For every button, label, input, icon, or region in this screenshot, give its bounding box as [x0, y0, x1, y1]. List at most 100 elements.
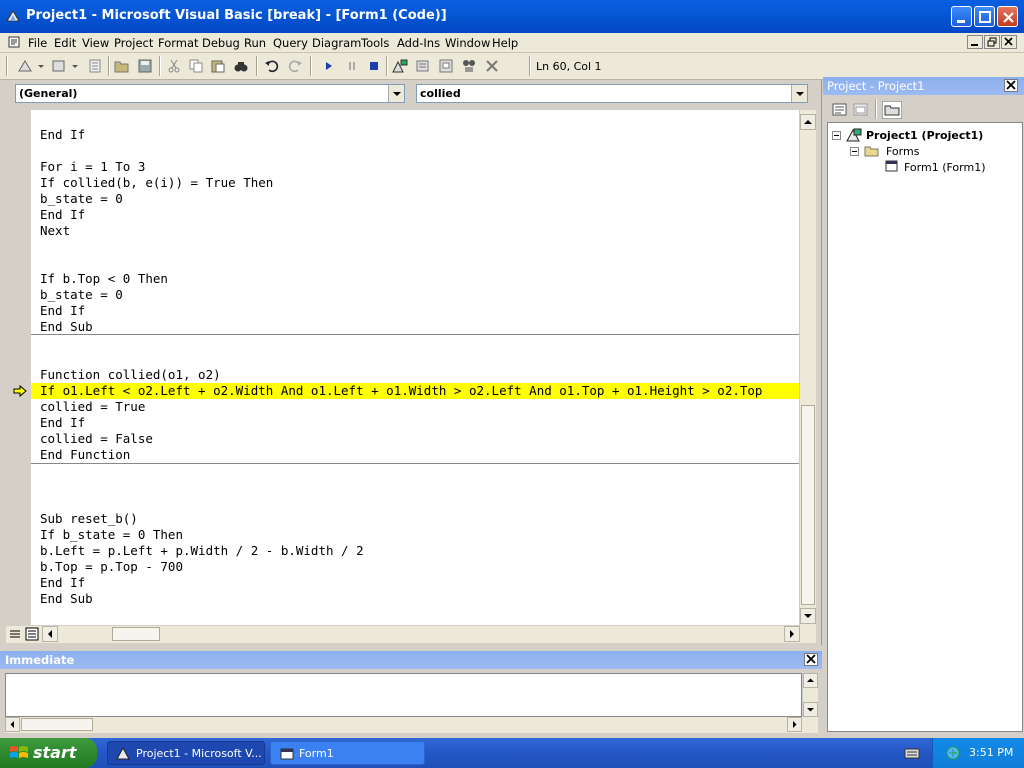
- windows-logo-icon: [10, 746, 28, 758]
- dropdown-arrow-icon[interactable]: [70, 58, 80, 74]
- code-line: End Sub: [40, 319, 93, 334]
- toolbar-separator: [875, 99, 877, 119]
- form-layout-icon[interactable]: [438, 58, 454, 74]
- code-line: collied = False: [40, 431, 153, 446]
- undo-icon[interactable]: [264, 58, 280, 74]
- add-project-icon[interactable]: [17, 58, 33, 74]
- minimize-button[interactable]: [951, 6, 972, 27]
- code-margin[interactable]: [6, 110, 31, 625]
- code-line: Function collied(o1, o2): [40, 367, 221, 382]
- code-line: End If: [40, 415, 86, 430]
- scroll-thumb[interactable]: [801, 405, 815, 605]
- scroll-right-button[interactable]: [787, 717, 802, 732]
- tree-project-root[interactable]: Project1 (Project1): [866, 129, 983, 142]
- toolbox-icon[interactable]: [484, 58, 500, 74]
- scroll-left-button[interactable]: [42, 626, 58, 642]
- redo-icon[interactable]: [287, 58, 303, 74]
- code-horizontal-scrollbar[interactable]: [6, 626, 816, 643]
- full-module-view-icon[interactable]: [25, 627, 39, 641]
- maximize-button[interactable]: [974, 6, 995, 27]
- project-tree[interactable]: Project1 (Project1) Forms Form1 (Form1): [827, 122, 1023, 732]
- continue-icon[interactable]: [321, 58, 337, 74]
- network-icon[interactable]: [945, 745, 961, 761]
- keyboard-icon[interactable]: [904, 746, 920, 760]
- code-line: b_state = 0: [40, 191, 123, 206]
- mdi-restore-button[interactable]: [984, 35, 1000, 49]
- menu-editor-icon[interactable]: [87, 58, 103, 74]
- procedure-combo[interactable]: collied: [416, 84, 808, 103]
- menu-debug[interactable]: Debug: [202, 36, 240, 50]
- clock[interactable]: 3:51 PM: [969, 746, 1013, 759]
- cut-icon[interactable]: [166, 58, 182, 74]
- immediate-vertical-scrollbar[interactable]: [802, 673, 818, 717]
- menu-query[interactable]: Query: [273, 36, 308, 50]
- code-editor[interactable]: End If For i = 1 To 3 If collied(b, e(i)…: [31, 110, 799, 625]
- procedure-view-icon[interactable]: [8, 627, 22, 641]
- menu-view[interactable]: View: [82, 36, 109, 50]
- scroll-thumb[interactable]: [112, 627, 160, 641]
- scroll-left-button[interactable]: [5, 717, 20, 732]
- toggle-folders-icon[interactable]: [882, 101, 902, 119]
- tree-forms-folder[interactable]: Forms: [886, 145, 919, 158]
- chevron-down-icon[interactable]: [388, 85, 404, 102]
- code-line: Next: [40, 223, 71, 238]
- scroll-down-button[interactable]: [803, 702, 818, 717]
- title-bar: Project1 - Microsoft Visual Basic [break…: [0, 0, 1024, 33]
- break-icon[interactable]: [344, 58, 360, 74]
- menu-edit[interactable]: Edit: [54, 36, 76, 50]
- open-icon[interactable]: [114, 58, 130, 74]
- properties-window-icon[interactable]: [415, 58, 431, 74]
- copy-icon[interactable]: [188, 58, 204, 74]
- start-button[interactable]: start: [0, 738, 97, 768]
- scroll-thumb[interactable]: [21, 718, 93, 731]
- menu-file[interactable]: File: [28, 36, 47, 50]
- close-button[interactable]: [997, 6, 1018, 27]
- mdi-close-button[interactable]: [1001, 35, 1017, 49]
- immediate-horizontal-scrollbar[interactable]: [5, 717, 818, 733]
- view-code-icon[interactable]: [832, 103, 848, 117]
- toolbar-separator: [159, 56, 161, 76]
- task-vb[interactable]: Project1 - Microsoft V...: [107, 741, 265, 765]
- collapse-icon[interactable]: [850, 147, 859, 156]
- scroll-down-button[interactable]: [800, 608, 816, 624]
- menu-project[interactable]: Project: [114, 36, 153, 50]
- save-icon[interactable]: [137, 58, 153, 74]
- paste-icon[interactable]: [210, 58, 226, 74]
- view-object-icon[interactable]: [853, 103, 869, 117]
- project-explorer-title: Project - Project1: [827, 79, 925, 93]
- code-vertical-scrollbar[interactable]: [799, 110, 816, 626]
- menu-add-ins[interactable]: Add-Ins: [397, 36, 440, 50]
- scroll-right-button[interactable]: [784, 626, 800, 642]
- form-code-icon[interactable]: [8, 36, 20, 48]
- immediate-input[interactable]: [5, 673, 802, 717]
- find-icon[interactable]: [233, 58, 249, 74]
- menu-help[interactable]: Help: [492, 36, 518, 50]
- menu-format[interactable]: Format: [158, 36, 199, 50]
- vb-app-icon: [6, 10, 20, 22]
- close-icon[interactable]: [804, 653, 818, 666]
- add-form-icon[interactable]: [51, 58, 67, 74]
- project-icon: [846, 128, 862, 142]
- execution-pointer-icon: [13, 384, 27, 398]
- dropdown-arrow-icon[interactable]: [36, 58, 46, 74]
- code-line: End If: [40, 575, 86, 590]
- scroll-up-button[interactable]: [803, 673, 818, 688]
- chevron-down-icon[interactable]: [791, 85, 807, 102]
- project-explorer-icon[interactable]: [392, 58, 408, 74]
- object-browser-icon[interactable]: [461, 58, 477, 74]
- code-line: For i = 1 To 3: [40, 159, 146, 174]
- end-icon[interactable]: [366, 58, 382, 74]
- toolbar-separator: [108, 56, 110, 76]
- close-icon[interactable]: [1004, 79, 1018, 92]
- menu-run[interactable]: Run: [244, 36, 266, 50]
- menu-tools[interactable]: Tools: [361, 36, 389, 50]
- menu-window[interactable]: Window: [445, 36, 490, 50]
- tree-form1-item[interactable]: Form1 (Form1): [904, 161, 986, 174]
- scroll-up-button[interactable]: [800, 114, 816, 130]
- menu-diagram[interactable]: Diagram: [312, 36, 361, 50]
- mdi-minimize-button[interactable]: [967, 35, 983, 49]
- collapse-icon[interactable]: [832, 131, 841, 140]
- object-combo[interactable]: (General): [15, 84, 405, 103]
- code-line: End If: [40, 207, 86, 222]
- task-form1[interactable]: Form1: [270, 741, 425, 765]
